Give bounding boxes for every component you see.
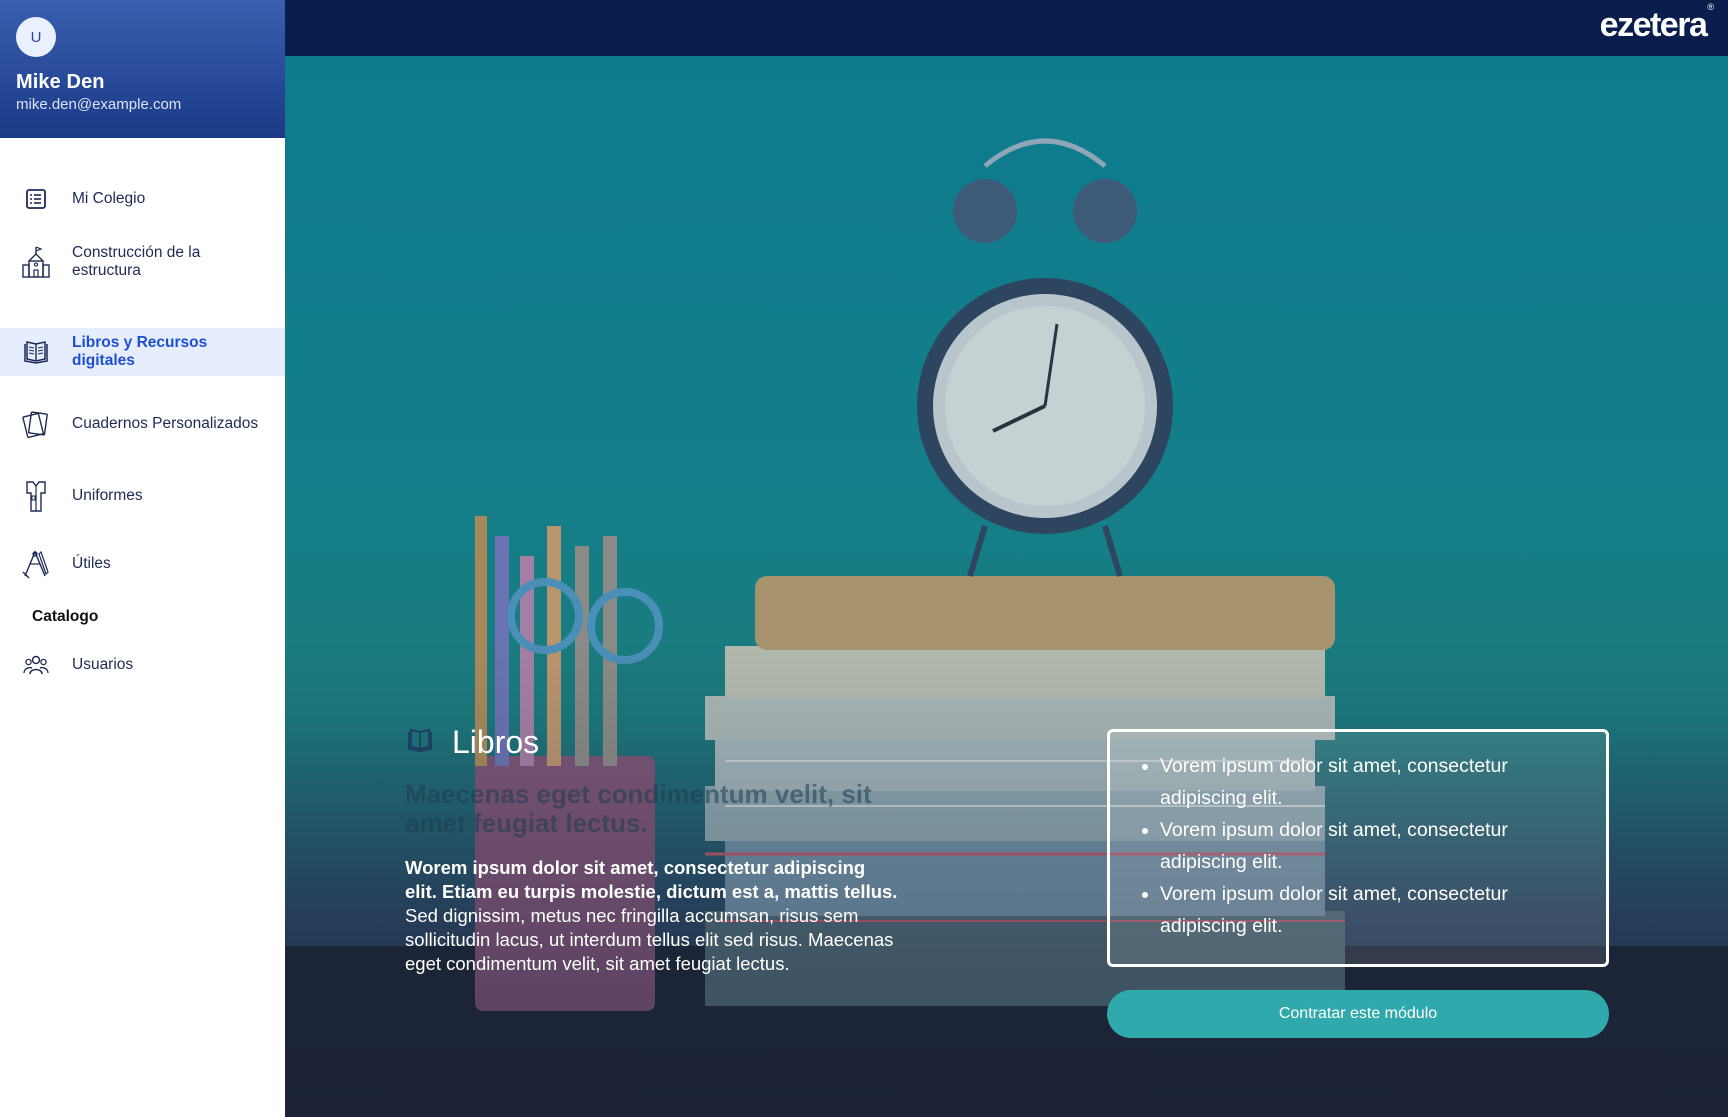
feature-item: Vorem ipsum dolor sit amet, consectetur … xyxy=(1160,814,1586,878)
sidebar-item-label: Mi Colegio xyxy=(72,190,146,207)
sidebar-item-mi-colegio[interactable]: Mi Colegio xyxy=(0,182,285,216)
user-name: Mike Den xyxy=(16,71,105,93)
avatar[interactable]: U xyxy=(16,17,56,57)
sidebar-item-label: Construcción de la estructura xyxy=(72,244,201,279)
sidebar-item-label: Usuarios xyxy=(72,656,134,673)
contract-module-button[interactable]: Contratar este módulo xyxy=(1107,990,1609,1038)
user-email: mike.den@example.com xyxy=(16,96,182,113)
hero-banner: Libros Maecenas eget condimentum velit, … xyxy=(285,56,1728,1117)
sidebar-item-label: Uniformes xyxy=(72,487,143,504)
uniform-icon xyxy=(0,479,72,513)
module-title: Libros xyxy=(452,724,540,760)
open-book-icon xyxy=(0,339,72,365)
school-building-icon xyxy=(0,245,72,279)
school-supplies-icon xyxy=(0,548,72,580)
catalog-section-label: Catalogo xyxy=(32,608,99,625)
module-description: Worem ipsum dolor sit amet, consectetur … xyxy=(405,857,898,974)
sidebar: U Mike Den mike.den@example.com Mi Coleg… xyxy=(0,0,285,1117)
feature-item: Vorem ipsum dolor sit amet, consectetur … xyxy=(1160,878,1586,942)
sidebar-item-cuadernos[interactable]: Cuadernos Personalizados xyxy=(0,400,285,448)
sidebar-item-uniformes[interactable]: Uniformes xyxy=(0,472,285,520)
feature-item: Vorem ipsum dolor sit amet, consectetur … xyxy=(1160,750,1586,814)
sidebar-item-usuarios[interactable]: Usuarios xyxy=(0,648,285,682)
sidebar-item-libros[interactable]: Libros y Recursos digitales xyxy=(0,328,285,376)
sidebar-item-label: Útiles xyxy=(72,555,111,572)
module-header: Libros xyxy=(406,724,539,761)
sidebar-item-utiles[interactable]: Útiles xyxy=(0,540,285,588)
sidebar-item-label: Cuadernos Personalizados xyxy=(72,415,259,432)
module-subtitle: Maecenas eget condimentum velit, sit ame… xyxy=(405,779,872,838)
notebooks-icon xyxy=(0,409,72,439)
sidebar-item-label: Libros y Recursos digitales xyxy=(72,334,208,369)
module-features-box: Vorem ipsum dolor sit amet, consectetur … xyxy=(1107,729,1609,967)
profile-header: U Mike Den mike.den@example.com xyxy=(0,0,285,138)
users-icon xyxy=(0,654,72,676)
brand-logo[interactable]: ezetera® xyxy=(1600,2,1714,45)
sidebar-item-estructura[interactable]: Construcción de la estructura xyxy=(0,238,285,286)
top-bar: ezetera® xyxy=(285,0,1728,56)
open-book-icon xyxy=(406,727,434,758)
list-icon xyxy=(0,188,72,210)
